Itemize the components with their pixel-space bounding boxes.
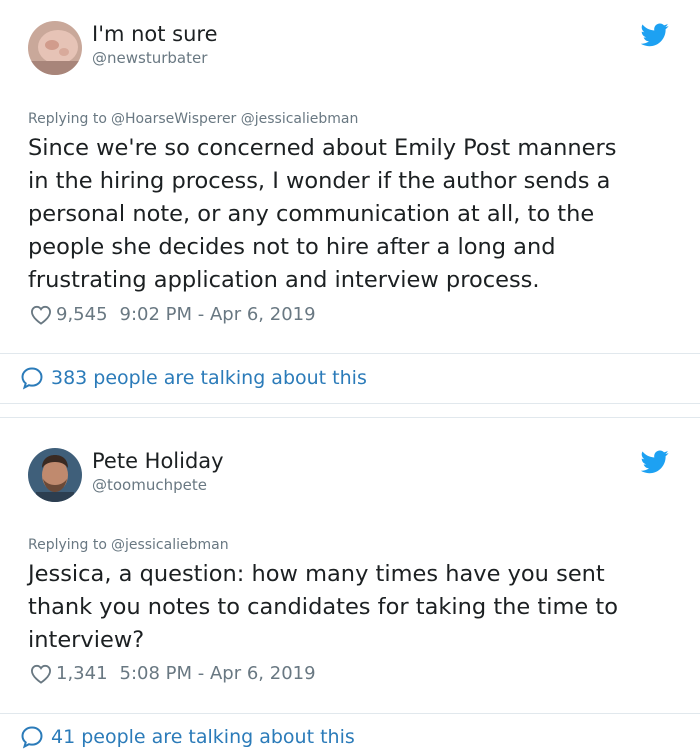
user-handle[interactable]: @toomuchpete [92,476,207,494]
talking-count[interactable]: 383 people are talking about this [51,367,367,389]
tweet-separator [0,403,700,418]
avatar-photo-icon [28,448,82,502]
twitter-bird-icon[interactable] [641,23,669,47]
replying-prefix: Replying to [28,111,107,127]
avatar[interactable] [28,448,82,502]
divider [0,353,700,354]
avatar[interactable] [28,21,82,75]
avatar-photo-icon [28,21,82,75]
tweet-meta: 9,545 9:02 PM - Apr 6, 2019 [30,304,316,325]
tweet-text: Jessica, a question: how many times have… [28,561,618,653]
talking-link[interactable]: 383 people are talking about this [20,366,367,390]
replying-prefix: Replying to [28,537,107,553]
replying-to: Replying to @jessicaliebman [28,537,229,553]
display-name[interactable]: I'm not sure [92,22,218,46]
tweet-meta: 1,341 5:08 PM - Apr 6, 2019 [30,663,316,684]
replying-to: Replying to @HoarseWisperer @jessicaliebm… [28,111,358,127]
tweet-card: I'm not sure @newsturbater Replying to @H… [0,0,700,403]
talking-link[interactable]: 41 people are talking about this [20,725,355,749]
twitter-bird-icon[interactable] [641,450,669,474]
tweet-timestamp[interactable]: 5:08 PM - Apr 6, 2019 [120,663,316,684]
tweet-card: Pete Holiday @toomuchpete Replying to @je… [0,418,700,756]
tweet-text: Since we're so concerned about Emily Pos… [28,135,617,293]
replying-to-handles[interactable]: @HoarseWisperer @jessicaliebman [111,111,358,127]
talking-count[interactable]: 41 people are talking about this [51,726,355,748]
tweet-timestamp[interactable]: 9:02 PM - Apr 6, 2019 [120,304,316,325]
heart-icon[interactable] [30,305,52,325]
display-name[interactable]: Pete Holiday [92,449,224,473]
speech-bubble-icon [21,726,43,749]
divider [0,713,700,714]
like-count[interactable]: 1,341 [56,663,108,684]
speech-bubble-icon [21,367,43,390]
like-count[interactable]: 9,545 [56,304,108,325]
heart-icon[interactable] [30,664,52,684]
user-handle[interactable]: @newsturbater [92,49,207,67]
replying-to-handles[interactable]: @jessicaliebman [111,537,229,553]
